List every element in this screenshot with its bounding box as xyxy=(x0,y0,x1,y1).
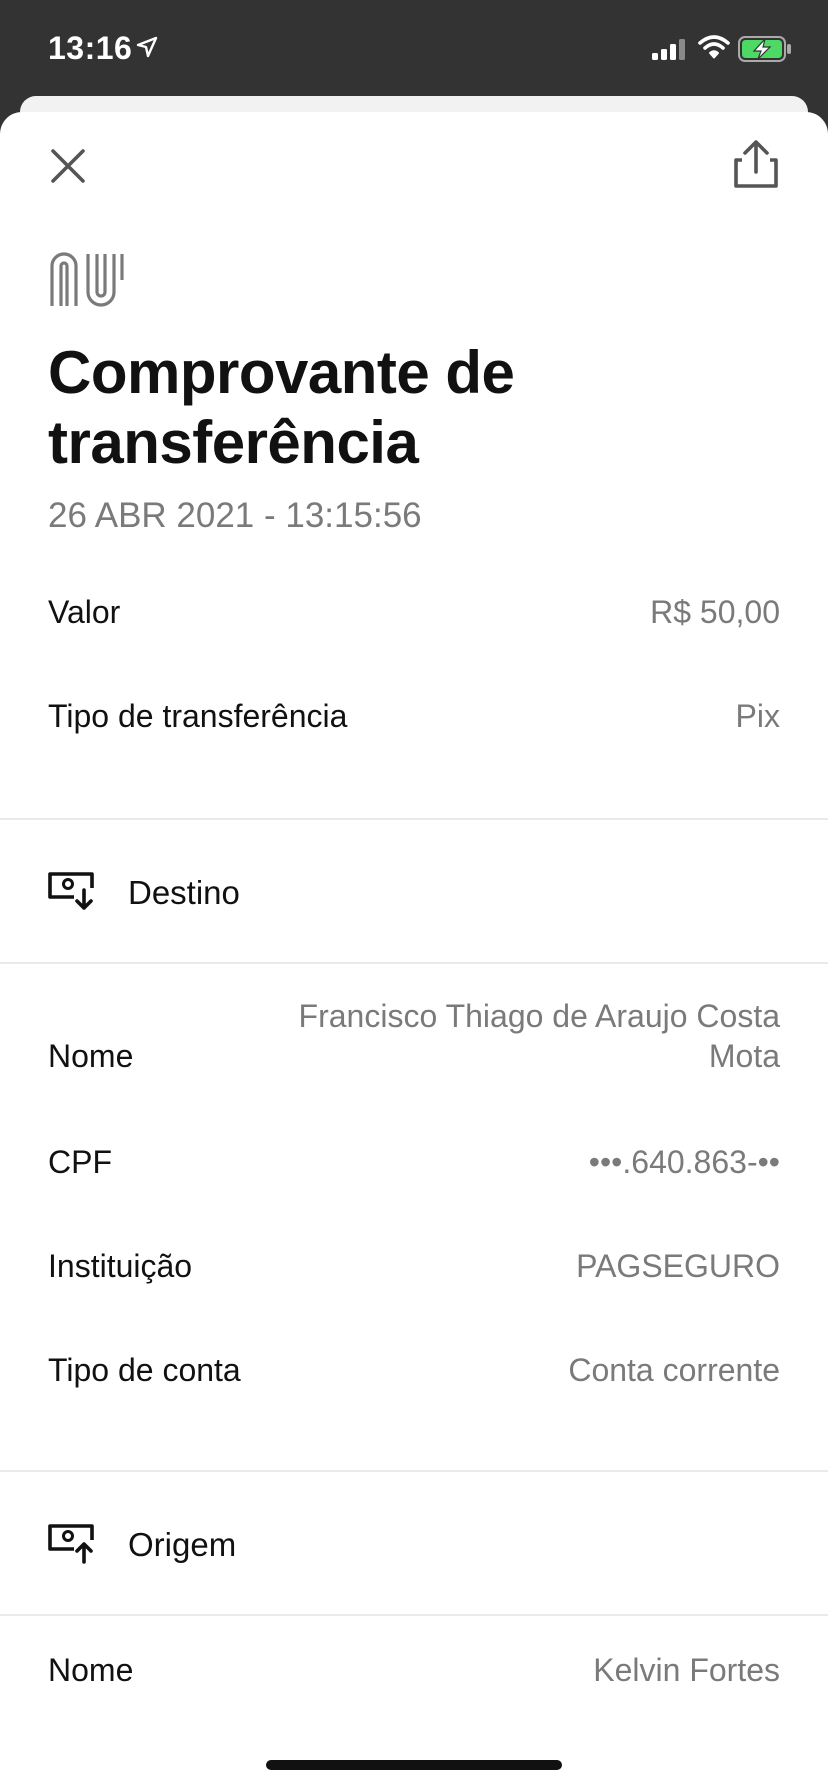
divider xyxy=(0,1470,828,1472)
close-button[interactable] xyxy=(44,142,92,190)
recipient-name: Francisco Thiago de Araujo Costa Mota xyxy=(48,998,780,1078)
send-money-icon xyxy=(48,1524,96,1569)
nubank-logo xyxy=(48,250,130,313)
section-title-destino: Destino xyxy=(128,874,240,911)
account-type-value: Conta corrente xyxy=(568,1352,780,1388)
status-bar: 13:16 xyxy=(0,0,828,100)
sender-name: Kelvin Fortes xyxy=(593,1652,780,1688)
battery-charging-icon xyxy=(738,36,792,67)
divider xyxy=(0,962,828,964)
detail-label: Nome xyxy=(48,1652,134,1688)
detail-label: Valor xyxy=(48,594,121,630)
divider xyxy=(0,1614,828,1616)
wifi-icon xyxy=(698,34,730,65)
recipient-name-line-1: Francisco Thiago de Araujo Costa xyxy=(298,998,780,1034)
detail-label: Tipo de transferência xyxy=(48,698,348,734)
share-icon xyxy=(734,140,778,188)
status-time: 13:16 xyxy=(48,30,133,66)
detail-label: Instituição xyxy=(48,1248,193,1284)
amount-value: R$ 50,00 xyxy=(650,594,780,630)
detail-label: CPF xyxy=(48,1144,112,1180)
cellular-signal-icon xyxy=(652,38,688,65)
detail-label: Tipo de conta xyxy=(48,1352,241,1388)
share-button[interactable] xyxy=(730,136,782,192)
transfer-type-value: Pix xyxy=(735,698,780,734)
location-arrow-icon xyxy=(136,36,158,63)
receipt-sheet: Comprovante de transferência 26 ABR 2021… xyxy=(0,112,828,1792)
home-indicator xyxy=(266,1760,562,1770)
close-icon xyxy=(51,149,85,183)
divider xyxy=(0,818,828,820)
transaction-datetime: 26 ABR 2021 - 13:15:56 xyxy=(48,496,422,535)
institution-value: PAGSEGURO xyxy=(576,1248,780,1284)
page-title: Comprovante de transferência xyxy=(48,339,515,476)
receive-money-icon xyxy=(48,872,96,917)
recipient-name-line-2: Mota xyxy=(708,1038,780,1074)
section-title-origem: Origem xyxy=(128,1526,237,1563)
cpf-value: •••.640.863-•• xyxy=(588,1144,780,1180)
